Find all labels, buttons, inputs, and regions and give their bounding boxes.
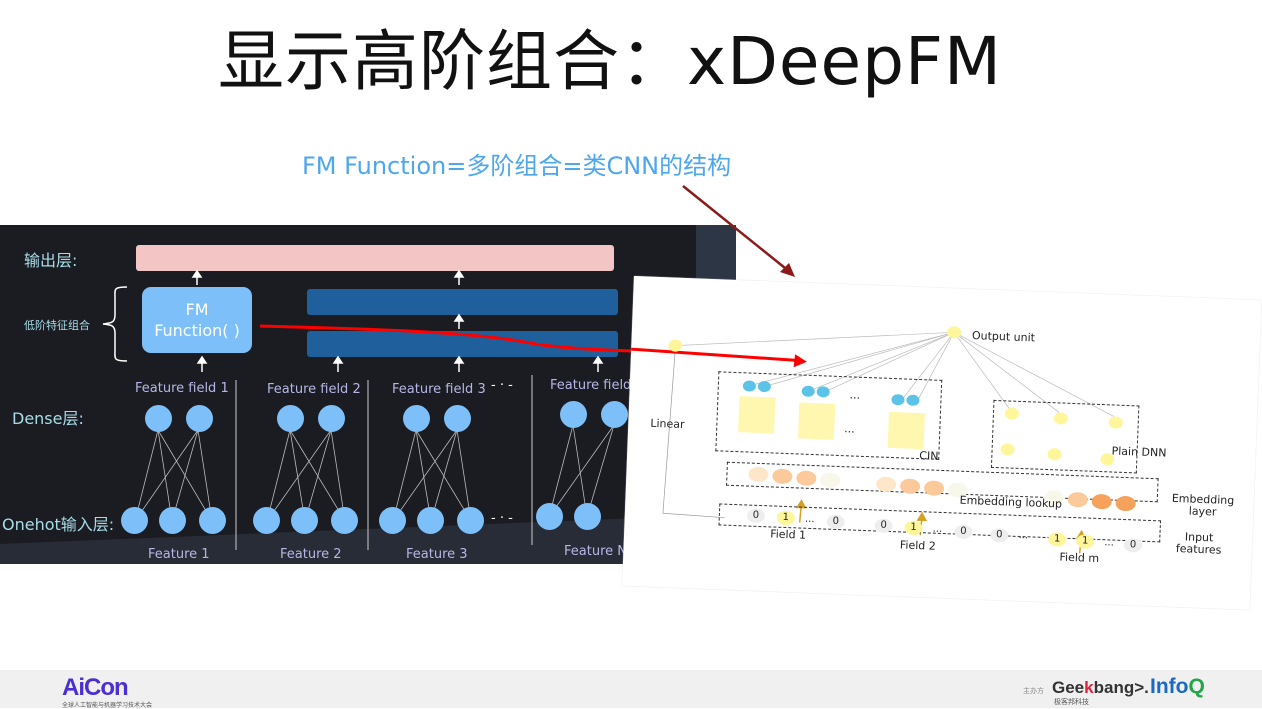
dense-node (444, 405, 471, 432)
cin-feature-map (797, 402, 836, 440)
field-1-label: Field 1 (769, 527, 807, 542)
dense-node (145, 405, 172, 432)
ellipsis-bottom: - · - (491, 511, 513, 526)
onehot-node (331, 507, 358, 534)
cin-dots: ... (844, 422, 856, 436)
onehot-node (159, 507, 186, 534)
cin-label: CIN (919, 449, 939, 463)
field-2-label: Field 2 (899, 538, 936, 553)
input-features-label-2: features (1175, 542, 1222, 557)
onehot-node (253, 507, 280, 534)
feature-n: Feature N (564, 544, 627, 559)
dense-node (601, 401, 628, 428)
infoq-logo: InfoQ (1150, 675, 1205, 699)
cin-dots: ... (849, 388, 861, 402)
dense-node (186, 405, 213, 432)
aicon-logo: AiCon (62, 674, 129, 701)
output-unit-label: Output unit (971, 329, 1036, 345)
onehot-layer-label: Onehot输入层: (2, 515, 115, 534)
onehot-node (291, 507, 318, 534)
onehot-node (417, 507, 444, 534)
geekbang-b: bang>. (1093, 678, 1149, 697)
slide-subtitle: FM Function=多阶组合=类CNN的结构 (302, 152, 732, 180)
linear-label: Linear (650, 416, 685, 432)
geekbang-k: k (1084, 678, 1094, 697)
embedding-layer-label: Embedding layer (1171, 492, 1235, 519)
infoq-a: Info (1150, 675, 1189, 698)
onehot-node (121, 507, 148, 534)
feature-field-1: Feature field 1 (135, 381, 229, 396)
xdeepfm-diagram: Output unit Linear CIN ... ... Plain DNN… (622, 276, 1262, 610)
dense-layer-label: Dense层: (12, 409, 84, 428)
dense-node (403, 405, 430, 432)
cin-feature-map (738, 396, 776, 434)
footer-bar: AiCon 全球人工智能与机器学习技术大会 主办方 Geekbang>. 极客邦… (0, 670, 1262, 709)
ellipsis-top: - · - (491, 378, 513, 393)
feature-field-3: Feature field 3 (392, 382, 486, 397)
sponsor-label: 主办方 (1023, 687, 1044, 695)
feature-field-2: Feature field 2 (267, 382, 361, 397)
geekbang-logo: Geekbang>. (1052, 678, 1149, 698)
onehot-node (379, 507, 406, 534)
onehot-node (574, 503, 601, 530)
plain-dnn-label: Plain DNN (1111, 444, 1167, 460)
dense-node (277, 405, 304, 432)
infoq-q: Q (1188, 675, 1205, 698)
feature-2: Feature 2 (280, 547, 342, 562)
slide-title: 显示高阶组合：xDeepFM (218, 23, 1002, 100)
feature-3: Feature 3 (406, 547, 468, 562)
cin-feature-map (887, 411, 925, 450)
field-m-label: Field m (1059, 550, 1100, 566)
geekbang-subtitle: 极客邦科技 (1054, 698, 1089, 706)
geekbang-a: Gee (1052, 678, 1085, 697)
onehot-node (199, 507, 226, 534)
dense-node (560, 401, 587, 428)
onehot-node (457, 507, 484, 534)
dense-node (318, 405, 345, 432)
embedding-layer-label-2: layer (1188, 504, 1217, 519)
onehot-node (536, 503, 563, 530)
feature-1: Feature 1 (148, 547, 210, 562)
input-features-label: Input features (1175, 530, 1222, 557)
